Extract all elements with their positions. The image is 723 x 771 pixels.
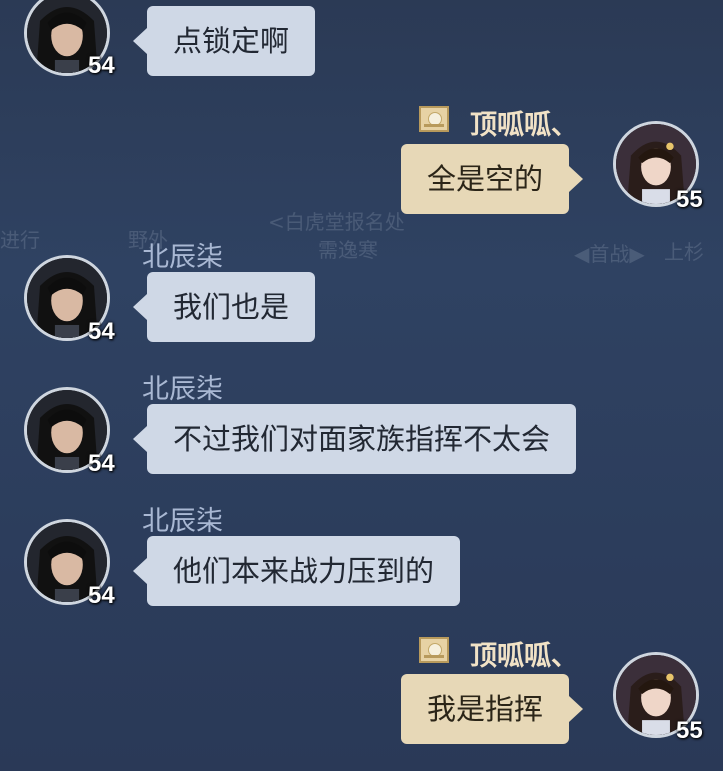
level-badge: 55: [676, 717, 703, 744]
sender-name[interactable]: 顶呱呱、: [470, 103, 578, 142]
background-hint: 进行: [0, 228, 40, 252]
level-badge: 54: [88, 318, 115, 345]
sun-badge-icon: [419, 106, 449, 132]
level-badge: 54: [88, 450, 115, 477]
sender-name[interactable]: 北辰柒: [142, 499, 223, 538]
sender-name[interactable]: 北辰柒: [142, 235, 223, 274]
message-bubble[interactable]: 我是指挥: [401, 674, 584, 744]
message-bubble[interactable]: 全是空的: [401, 144, 584, 214]
level-badge: 54: [88, 582, 115, 609]
level-badge: 54: [88, 52, 115, 79]
background-hint: 上杉: [664, 240, 704, 264]
message-bubble[interactable]: 不过我们对面家族指挥不太会: [132, 404, 577, 474]
background-hint: ◀首战▶: [574, 242, 645, 266]
sender-name[interactable]: 北辰柒: [142, 367, 223, 406]
message-bubble[interactable]: 他们本来战力压到的: [132, 536, 461, 606]
background-hint: <白虎堂报名处: [268, 210, 405, 234]
message-bubble[interactable]: 点锁定啊: [132, 6, 316, 76]
message-bubble[interactable]: 我们也是: [132, 272, 316, 342]
level-badge: 55: [676, 186, 703, 213]
background-hint: 需逸寒: [318, 238, 378, 262]
sender-name[interactable]: 顶呱呱、: [470, 634, 578, 673]
sun-badge-icon: [419, 637, 449, 663]
